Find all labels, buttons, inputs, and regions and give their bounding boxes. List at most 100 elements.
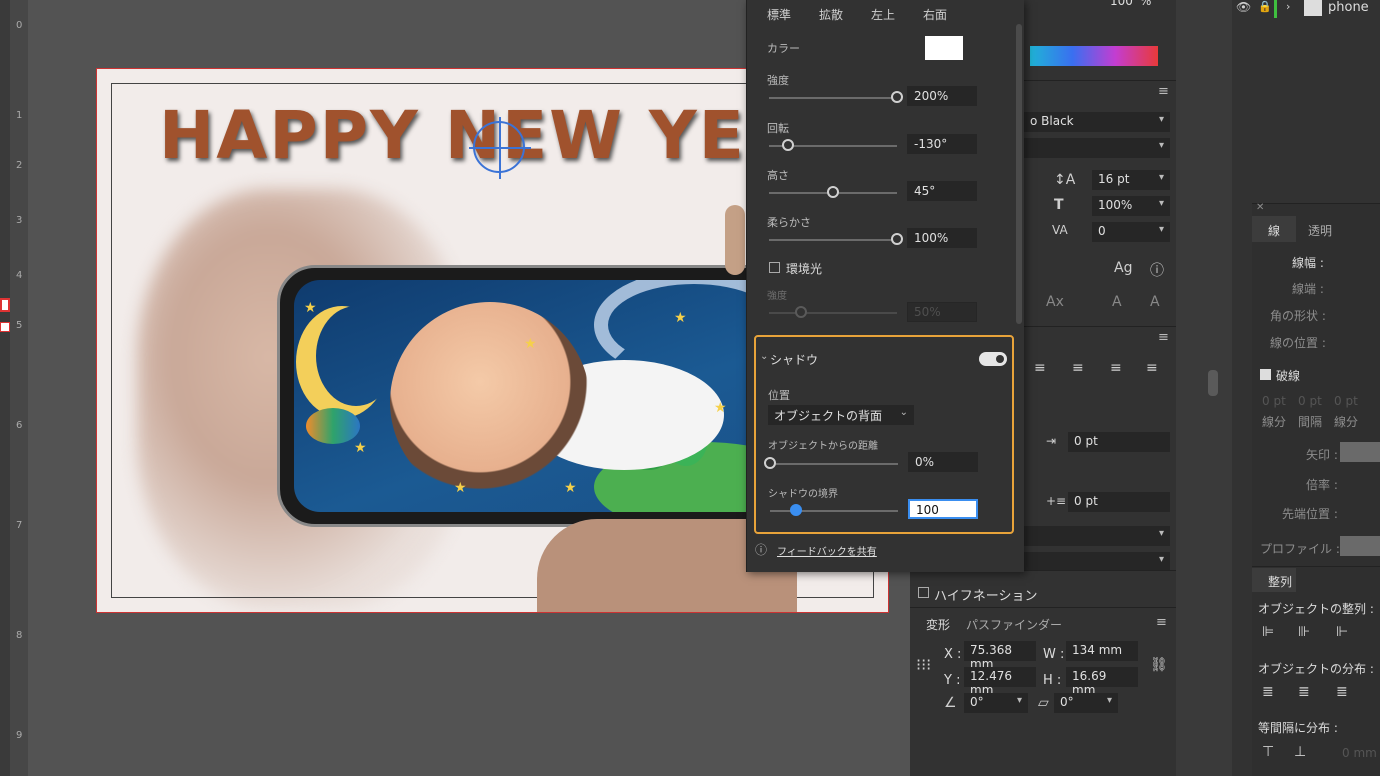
align-justify-center-icon[interactable]: ≡ <box>1072 360 1084 376</box>
dash-field[interactable]: 0 pt <box>1334 394 1358 408</box>
close-icon[interactable]: ✕ <box>1256 202 1264 213</box>
rotation-slider-thumb[interactable] <box>782 139 795 151</box>
height-field[interactable]: 45° <box>907 181 977 201</box>
shear-value: 0° <box>1060 695 1074 709</box>
lock-icon[interactable]: 🔒 <box>1258 0 1272 13</box>
font-style-dropdown[interactable]: o Black ▾ <box>1024 112 1170 132</box>
h-label: H : <box>1043 673 1062 688</box>
softness-slider-thumb[interactable] <box>891 233 903 245</box>
arrowhead-dropdown[interactable] <box>1340 442 1380 462</box>
hyphenation-checkbox[interactable] <box>918 587 929 598</box>
angle-field[interactable]: 0° ▾ <box>964 693 1028 713</box>
color-spectrum-bar[interactable] <box>1030 46 1158 66</box>
tracking-field[interactable]: 0 ▾ <box>1092 222 1170 242</box>
space-before-field[interactable]: 0 pt <box>1068 492 1170 512</box>
glyph-icon[interactable]: Ag <box>1114 260 1132 276</box>
ambient-strength-slider-thumb[interactable] <box>795 306 807 318</box>
align-justify-all-icon[interactable]: ≡ <box>1146 360 1158 376</box>
shadow-position-dropdown[interactable]: オブジェクトの背面 ⌄ <box>768 405 914 425</box>
height-slider-thumb[interactable] <box>827 186 839 198</box>
softness-field[interactable]: 100% <box>907 228 977 248</box>
strength-slider[interactable] <box>769 97 897 99</box>
distribute-top-icon[interactable]: ≣ <box>1262 684 1274 700</box>
mojikumi-dropdown[interactable]: ▾ <box>1024 552 1170 572</box>
align-left-icon[interactable]: ⊫ <box>1262 624 1274 640</box>
dock-scroll-handle[interactable] <box>1208 370 1218 396</box>
vertical-scale-field[interactable]: 100% ▾ <box>1092 196 1170 216</box>
distribute-spacing-horizontal-icon[interactable]: ⊥ <box>1294 744 1306 760</box>
tab-right[interactable]: 右面 <box>923 6 947 23</box>
panel-dock-gap <box>1176 0 1232 776</box>
ambient-light-label: 環境光 <box>786 262 823 276</box>
strength-slider-thumb[interactable] <box>891 91 903 103</box>
y-field[interactable]: 12.476 mm <box>964 667 1036 697</box>
fill-swatch-icon[interactable] <box>0 298 10 312</box>
layer-name[interactable]: phone <box>1328 0 1369 15</box>
indent-field[interactable]: 0 pt <box>1068 432 1170 452</box>
softness-slider[interactable] <box>769 239 897 241</box>
italic-a-icon[interactable]: A <box>1112 294 1122 310</box>
distribute-bottom-icon[interactable]: ≣ <box>1336 684 1348 700</box>
chevron-down-icon: ▾ <box>1158 172 1164 183</box>
divider <box>1252 566 1380 567</box>
strength-label: 強度 <box>767 74 789 87</box>
w-field[interactable]: 134 mm <box>1066 641 1138 661</box>
shadow-distance-slider-thumb[interactable] <box>764 457 776 469</box>
tab-diffuse[interactable]: 拡散 <box>819 6 843 23</box>
feedback-link[interactable]: フィードバックを共有 <box>777 543 877 558</box>
font-size-dropdown[interactable]: ▾ <box>1024 138 1170 158</box>
caps-icon[interactable]: Ax <box>1046 294 1064 310</box>
tab-top-left[interactable]: 左上 <box>871 6 895 23</box>
ambient-strength-slider[interactable] <box>769 312 897 314</box>
opacity-unit: % <box>1140 0 1152 8</box>
kinsoku-dropdown[interactable]: ▾ <box>1024 526 1170 546</box>
shadow-boundary-field[interactable]: 100 <box>908 499 978 519</box>
eye-icon[interactable]: 👁 <box>1236 0 1251 14</box>
light-color-swatch[interactable] <box>925 36 963 60</box>
spacing-field[interactable]: 0 mm <box>1342 746 1377 760</box>
align-right-icon[interactable]: ⊩ <box>1336 624 1348 640</box>
h-field[interactable]: 16.69 mm <box>1066 667 1138 697</box>
align-center-icon[interactable]: ⊪ <box>1298 624 1310 640</box>
tab-standard[interactable]: 標準 <box>767 6 791 23</box>
ambient-light-checkbox[interactable] <box>769 262 780 273</box>
tab-transparency[interactable]: 透明 <box>1308 222 1332 239</box>
gap-field[interactable]: 0 pt <box>1298 394 1322 408</box>
panel-menu-icon[interactable]: ≡ <box>1158 84 1169 99</box>
profile-dropdown[interactable] <box>1340 536 1380 556</box>
align-justify-right-icon[interactable]: ≡ <box>1110 360 1122 376</box>
distribute-center-icon[interactable]: ≣ <box>1298 684 1310 700</box>
light-position-crosshair-icon[interactable] <box>469 117 531 179</box>
panel-menu-icon[interactable]: ≡ <box>1156 615 1167 630</box>
distribute-spacing-vertical-icon[interactable]: ⊤ <box>1262 744 1274 760</box>
shadow-distance-field[interactable]: 0% <box>908 452 978 472</box>
stroke-swatch-icon[interactable] <box>0 322 10 332</box>
italic-icon[interactable]: A <box>1150 294 1160 310</box>
leading-field[interactable]: 16 pt ▾ <box>1092 170 1170 190</box>
tab-pathfinder[interactable]: パスファインダー <box>966 616 1062 633</box>
shear-field[interactable]: 0° ▾ <box>1054 693 1118 713</box>
reference-point-icon[interactable]: ⁝⁝⁝ <box>916 655 931 674</box>
dash-field[interactable]: 0 pt <box>1262 394 1286 408</box>
panel-scrollbar[interactable] <box>1016 24 1022 324</box>
rotation-field[interactable]: -130° <box>907 134 977 154</box>
align-justify-icon[interactable]: ≡ <box>1034 360 1046 376</box>
stroke-width-label: 線幅 : <box>1292 256 1324 270</box>
chevron-right-icon[interactable]: › <box>1286 0 1290 13</box>
shadow-distance-slider[interactable] <box>770 463 898 465</box>
x-field[interactable]: 75.368 mm <box>964 641 1036 671</box>
leading-icon: ↕A <box>1054 172 1076 188</box>
shadow-toggle[interactable] <box>979 352 1007 366</box>
tab-stroke[interactable]: 線 <box>1268 222 1280 239</box>
panel-menu-icon[interactable]: ≡ <box>1158 330 1169 345</box>
ambient-strength-field[interactable]: 50% <box>907 302 977 322</box>
tab-align[interactable]: 整列 <box>1268 573 1292 590</box>
dashed-checkbox[interactable] <box>1260 369 1271 380</box>
shadow-boundary-slider-thumb[interactable] <box>789 504 802 516</box>
info-icon[interactable]: ⓘ <box>1150 260 1164 280</box>
tab-transform[interactable]: 変形 <box>926 616 950 633</box>
chevron-down-icon[interactable]: ⌄ <box>760 351 768 362</box>
strength-field[interactable]: 200% <box>907 86 977 106</box>
link-proportions-icon[interactable]: ⛓ <box>1150 657 1168 673</box>
opacity-value[interactable]: 100 <box>1110 0 1133 8</box>
